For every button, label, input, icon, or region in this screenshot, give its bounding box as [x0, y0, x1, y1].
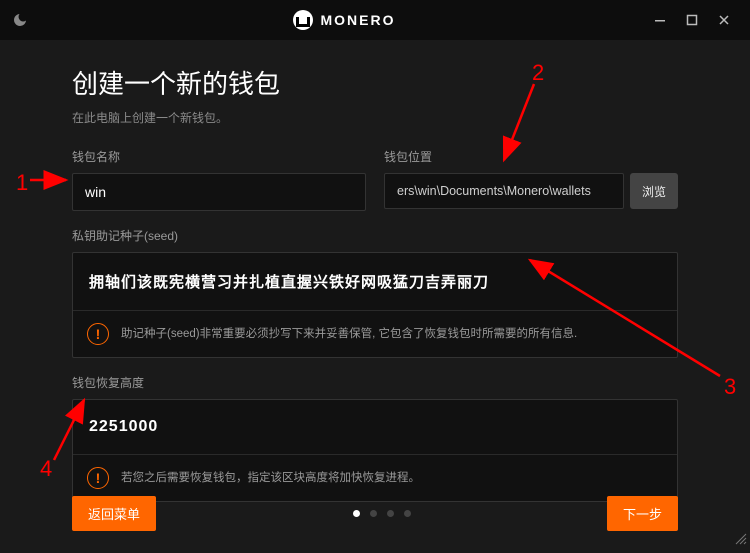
step-dot-3[interactable]: [387, 510, 394, 517]
annotation-number-4: 4: [40, 456, 52, 482]
wallet-location-input[interactable]: [384, 173, 624, 209]
step-dot-1[interactable]: [353, 510, 360, 517]
main-content: 创建一个新的钱包 在此电脑上创建一个新钱包。 钱包名称 钱包位置 浏览 私钥助记…: [0, 40, 750, 512]
restore-height-label: 钱包恢复高度: [72, 374, 678, 391]
titlebar: MONERO: [0, 0, 750, 40]
maximize-button[interactable]: [678, 6, 706, 34]
monero-logo-icon: [293, 10, 313, 30]
page-title: 创建一个新的钱包: [72, 64, 678, 101]
app-title: MONERO: [293, 10, 396, 30]
wallet-name-input[interactable]: [72, 173, 366, 211]
next-button[interactable]: 下一步: [607, 496, 678, 531]
step-dot-2[interactable]: [370, 510, 377, 517]
wallet-name-label: 钱包名称: [72, 148, 366, 165]
seed-warning-text: 助记种子(seed)非常重要必须抄写下来并妥善保管, 它包含了恢复钱包时所需要的…: [121, 326, 577, 342]
footer: 返回菜单 下一步: [72, 496, 678, 531]
warning-icon: !: [87, 467, 109, 489]
step-dots: [353, 510, 411, 517]
restore-height-value: 2251000: [73, 400, 677, 454]
warning-icon: !: [87, 323, 109, 345]
app-name: MONERO: [321, 12, 396, 28]
step-dot-4[interactable]: [404, 510, 411, 517]
annotation-number-1: 1: [16, 170, 28, 196]
page-subtitle: 在此电脑上创建一个新钱包。: [72, 109, 678, 126]
annotation-number-3: 3: [724, 374, 736, 400]
theme-toggle-icon[interactable]: [12, 12, 28, 28]
annotation-number-2: 2: [532, 60, 544, 86]
seed-box: 拥轴们该既宪横营习并扎植直握兴铁好网吸猛刀吉弄丽刀 ! 助记种子(seed)非常…: [72, 252, 678, 358]
browse-button[interactable]: 浏览: [630, 173, 678, 209]
restore-height-warning-text: 若您之后需要恢复钱包，指定该区块高度将加快恢复进程。: [121, 470, 420, 486]
resize-handle-icon[interactable]: [733, 531, 747, 550]
seed-label: 私钥助记种子(seed): [72, 227, 678, 244]
minimize-button[interactable]: [646, 6, 674, 34]
seed-words: 拥轴们该既宪横营习并扎植直握兴铁好网吸猛刀吉弄丽刀: [73, 253, 677, 310]
back-button[interactable]: 返回菜单: [72, 496, 156, 531]
restore-height-box: 2251000 ! 若您之后需要恢复钱包，指定该区块高度将加快恢复进程。: [72, 399, 678, 502]
wallet-location-label: 钱包位置: [384, 148, 678, 165]
close-button[interactable]: [710, 6, 738, 34]
